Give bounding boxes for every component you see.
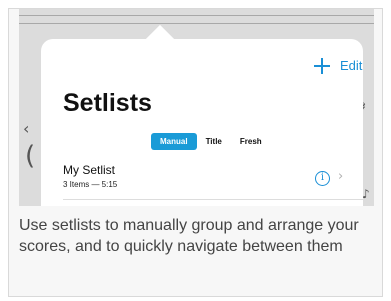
staff-line — [19, 15, 374, 16]
row-divider — [63, 199, 363, 200]
sort-option-title[interactable]: Title — [197, 133, 231, 150]
setlist-title: My Setlist — [63, 163, 116, 177]
sort-option-manual[interactable]: Manual — [151, 133, 197, 150]
help-caption: Use setlists to manually group and arran… — [19, 217, 359, 255]
note-mark: ♪ — [362, 187, 370, 201]
help-card: ‹ ( 𝄽 ♪ Edit Setlists Manual Title Fresh… — [8, 8, 383, 297]
sort-option-fresh[interactable]: Fresh — [231, 133, 271, 150]
edit-button[interactable]: Edit — [340, 58, 362, 73]
page-title: Setlists — [63, 89, 152, 117]
app-screenshot: ‹ ( 𝄽 ♪ Edit Setlists Manual Title Fresh… — [19, 9, 374, 206]
setlist-row[interactable]: My Setlist 3 Items — 5:15 i › — [63, 163, 363, 200]
setlists-popover: Edit Setlists Manual Title Fresh My Setl… — [41, 39, 363, 206]
setlist-subtitle: 3 Items — 5:15 — [63, 180, 118, 189]
staff-line — [19, 23, 374, 24]
plus-icon[interactable] — [314, 58, 330, 74]
info-icon[interactable]: i — [315, 171, 330, 186]
sort-segmented-control: Manual Title Fresh — [151, 133, 271, 150]
chevron-right-icon: › — [338, 169, 344, 184]
bracket-mark: ( — [25, 141, 36, 171]
bracket-mark: ‹ — [23, 119, 30, 138]
